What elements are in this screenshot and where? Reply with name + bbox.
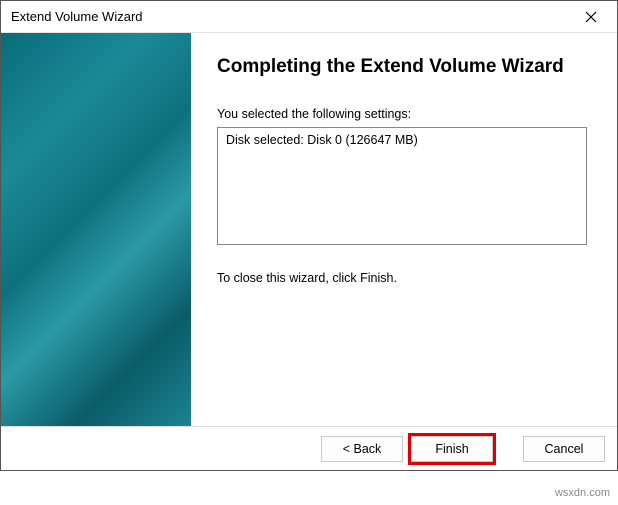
cancel-button[interactable]: Cancel <box>523 436 605 462</box>
window-title: Extend Volume Wizard <box>11 9 571 24</box>
close-button[interactable] <box>571 3 611 31</box>
back-button[interactable]: < Back <box>321 436 403 462</box>
close-hint: To close this wizard, click Finish. <box>217 271 587 285</box>
extend-volume-wizard-dialog: Extend Volume Wizard Completing the Exte… <box>0 0 618 471</box>
wizard-heading: Completing the Extend Volume Wizard <box>217 55 587 79</box>
settings-summary-box[interactable]: Disk selected: Disk 0 (126647 MB) <box>217 127 587 245</box>
content-area: Completing the Extend Volume Wizard You … <box>1 33 617 426</box>
titlebar: Extend Volume Wizard <box>1 1 617 33</box>
main-panel: Completing the Extend Volume Wizard You … <box>191 33 617 426</box>
summary-line: Disk selected: Disk 0 (126647 MB) <box>226 133 578 147</box>
close-icon <box>585 11 597 23</box>
watermark: wsxdn.com <box>555 487 610 499</box>
finish-button[interactable]: Finish <box>411 436 493 462</box>
settings-label: You selected the following settings: <box>217 107 587 121</box>
button-row: < Back Finish Cancel <box>1 426 617 470</box>
wizard-side-banner <box>1 33 191 426</box>
